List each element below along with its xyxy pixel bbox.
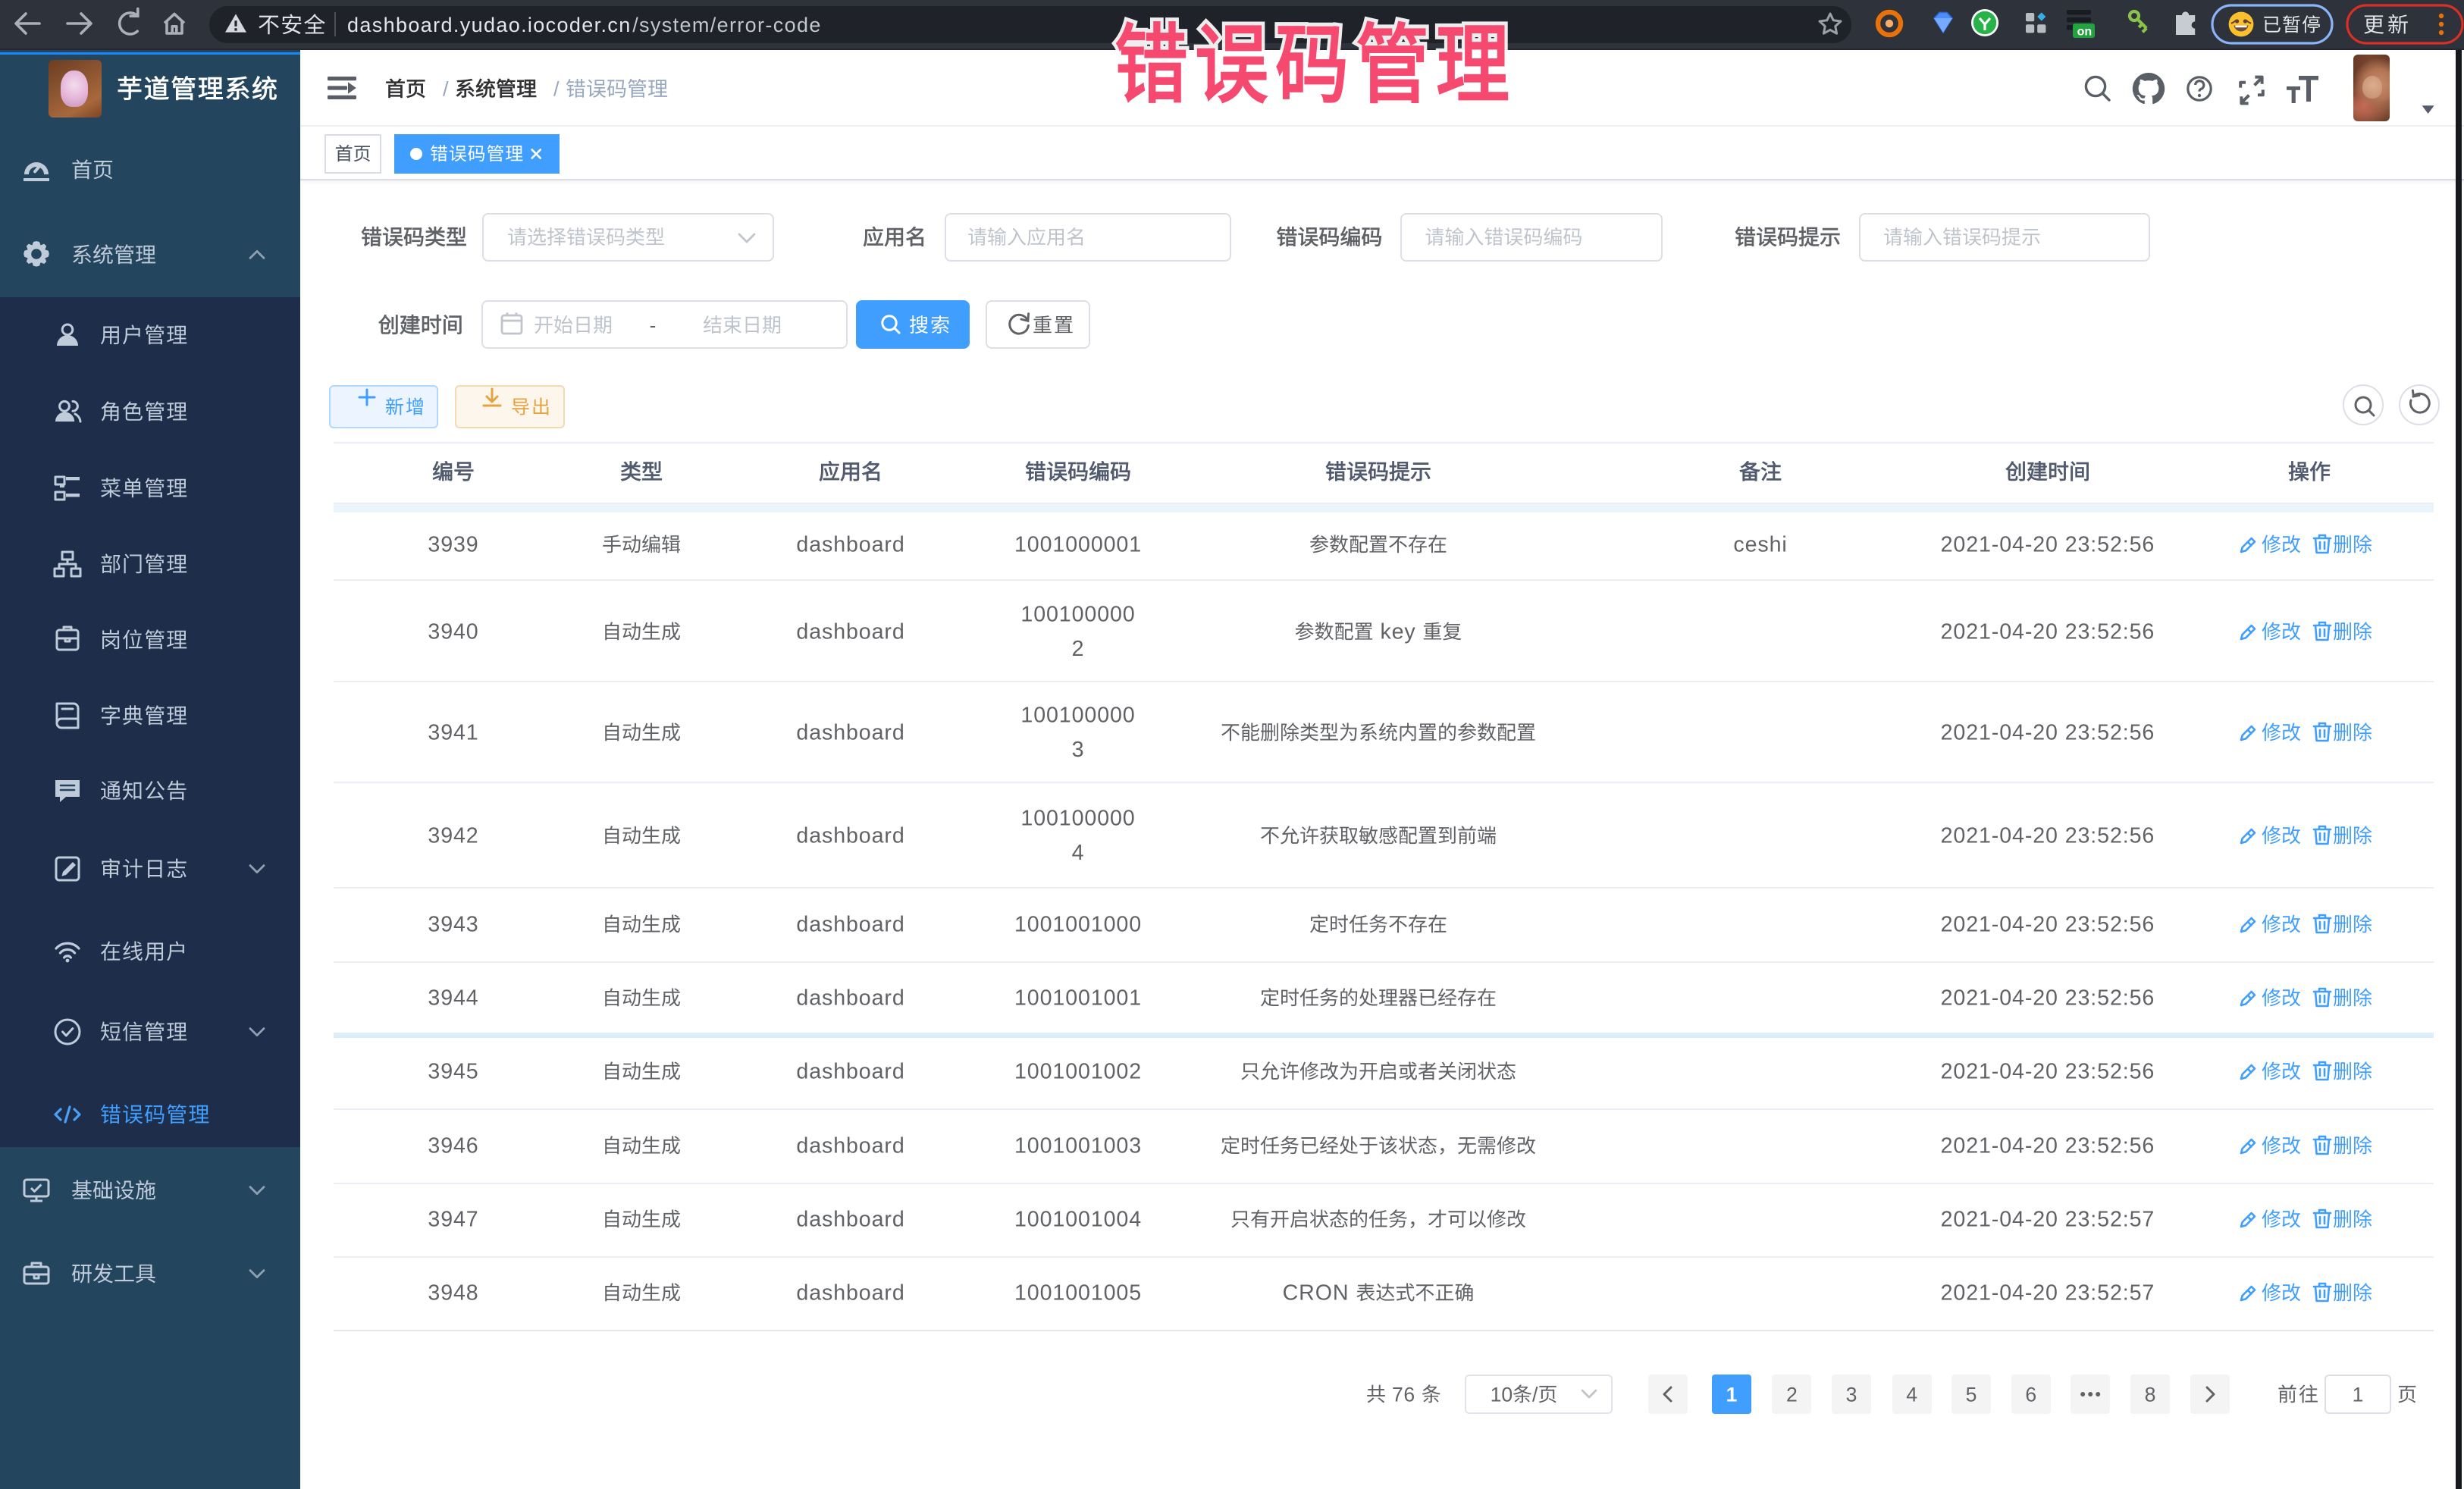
svg-text:dashboard: dashboard <box>796 986 904 1010</box>
svg-text:2: 2 <box>1786 1383 1798 1406</box>
svg-text:3947: 3947 <box>428 1207 478 1231</box>
svg-text:1001001005: 1001001005 <box>1014 1281 1142 1305</box>
svg-text:dashboard: dashboard <box>796 1133 904 1158</box>
svg-text:ceshi: ceshi <box>1733 532 1787 556</box>
svg-text:100100000: 100100000 <box>1020 807 1135 831</box>
svg-text:dashboard: dashboard <box>796 823 904 848</box>
svg-text:1: 1 <box>2353 1383 2364 1406</box>
svg-text:dashboard: dashboard <box>796 720 904 744</box>
svg-text:2021-04-20 23:52:56: 2021-04-20 23:52:56 <box>1941 720 2155 744</box>
svg-text:1: 1 <box>1726 1383 1738 1406</box>
svg-text:2021-04-20 23:52:57: 2021-04-20 23:52:57 <box>1941 1207 2155 1231</box>
svg-text:3943: 3943 <box>428 912 478 936</box>
svg-text:/: / <box>1532 1383 1538 1406</box>
svg-text:100100000: 100100000 <box>1020 603 1135 627</box>
svg-text:on: on <box>2077 25 2093 38</box>
svg-text:3941: 3941 <box>428 720 478 744</box>
svg-text:dashboard: dashboard <box>796 1281 904 1305</box>
svg-text:4: 4 <box>1072 841 1085 865</box>
svg-text:3946: 3946 <box>428 1133 478 1158</box>
svg-text:dashboard: dashboard <box>796 619 904 644</box>
svg-text:3: 3 <box>1072 738 1085 762</box>
svg-text:key: key <box>1374 619 1423 644</box>
svg-text:1001000001: 1001000001 <box>1014 532 1142 556</box>
svg-text:2021-04-20 23:52:57: 2021-04-20 23:52:57 <box>1941 1281 2155 1305</box>
svg-text:/: / <box>553 78 560 101</box>
svg-text:3945: 3945 <box>428 1059 478 1083</box>
svg-text:1001001001: 1001001001 <box>1014 986 1142 1010</box>
svg-text:3944: 3944 <box>428 986 478 1010</box>
svg-text:3948: 3948 <box>428 1281 478 1305</box>
svg-text:2021-04-20 23:52:56: 2021-04-20 23:52:56 <box>1941 1133 2155 1158</box>
svg-text:1001001002: 1001001002 <box>1014 1059 1142 1083</box>
svg-text:/system/error-code: /system/error-code <box>632 14 822 36</box>
svg-text:3940: 3940 <box>428 619 478 644</box>
svg-text:3: 3 <box>1846 1383 1857 1406</box>
svg-text:dashboard: dashboard <box>796 532 904 556</box>
svg-text:8: 8 <box>2145 1383 2156 1406</box>
svg-text:100100000: 100100000 <box>1020 704 1135 728</box>
svg-text:3942: 3942 <box>428 823 478 848</box>
svg-text:-: - <box>650 314 657 337</box>
svg-text:2021-04-20 23:52:56: 2021-04-20 23:52:56 <box>1941 912 2155 936</box>
svg-text:2021-04-20 23:52:56: 2021-04-20 23:52:56 <box>1941 823 2155 848</box>
svg-text:6: 6 <box>2025 1383 2036 1406</box>
svg-text:4: 4 <box>1906 1383 1917 1406</box>
svg-text:2021-04-20 23:52:56: 2021-04-20 23:52:56 <box>1941 619 2155 644</box>
svg-text:CRON: CRON <box>1283 1281 1356 1305</box>
svg-text:2021-04-20 23:52:56: 2021-04-20 23:52:56 <box>1941 986 2155 1010</box>
svg-text:10: 10 <box>1491 1383 1513 1406</box>
svg-text:2: 2 <box>1072 637 1085 661</box>
svg-text:1001001003: 1001001003 <box>1014 1133 1142 1158</box>
svg-text:dashboard: dashboard <box>796 1207 904 1231</box>
svg-text:/: / <box>443 78 449 101</box>
svg-text:5: 5 <box>1966 1383 1977 1406</box>
svg-text:2021-04-20 23:52:56: 2021-04-20 23:52:56 <box>1941 532 2155 556</box>
svg-text:76: 76 <box>1386 1383 1422 1406</box>
svg-text:3939: 3939 <box>428 532 478 556</box>
svg-text:dashboard: dashboard <box>796 912 904 936</box>
svg-text:1001001000: 1001001000 <box>1014 912 1142 936</box>
svg-text:dashboard.yudao.iocoder.cn: dashboard.yudao.iocoder.cn <box>347 14 632 36</box>
svg-text:1001001004: 1001001004 <box>1014 1207 1142 1231</box>
svg-text:2021-04-20 23:52:56: 2021-04-20 23:52:56 <box>1941 1059 2155 1083</box>
svg-text:dashboard: dashboard <box>796 1059 904 1083</box>
